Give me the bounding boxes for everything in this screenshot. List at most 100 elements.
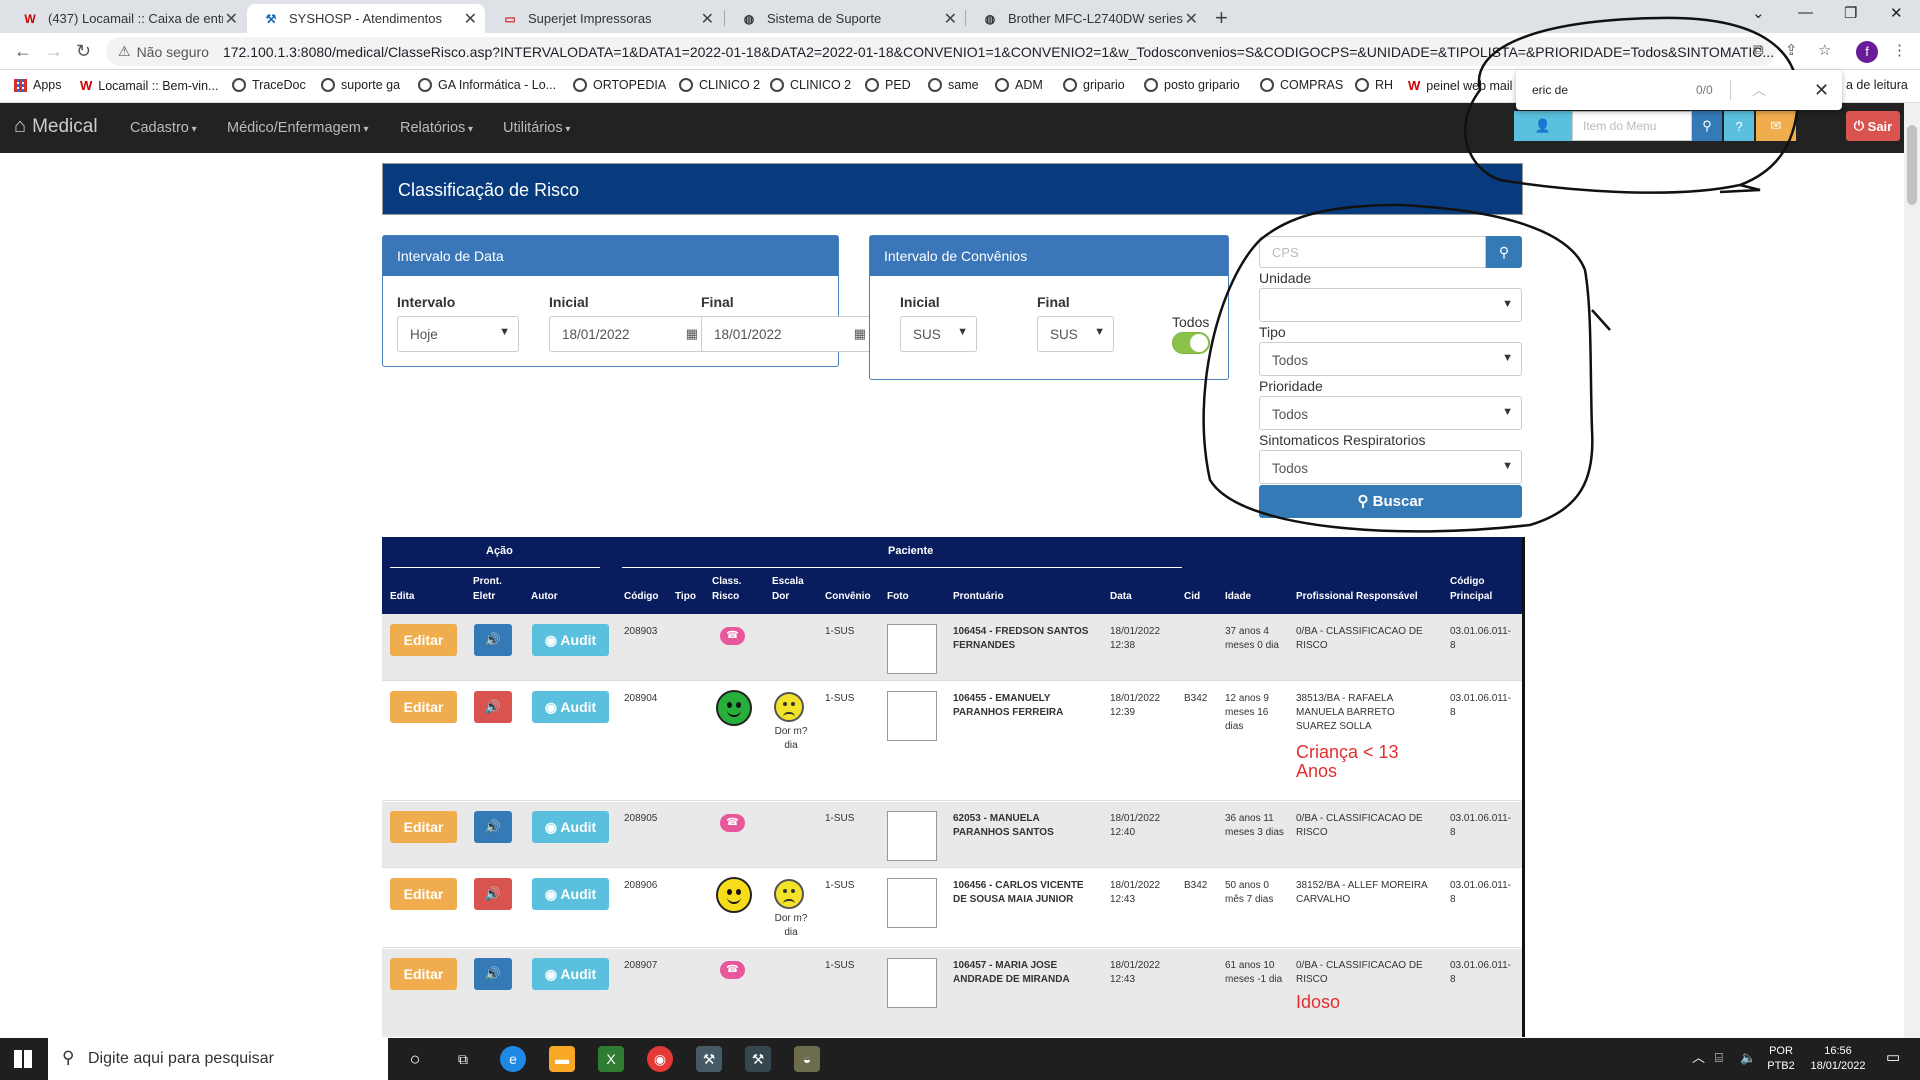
- speaker-button[interactable]: 🔊: [474, 624, 512, 656]
- cortana-icon[interactable]: ○: [402, 1046, 428, 1072]
- reload-icon[interactable]: ↻: [76, 41, 91, 62]
- cell-prontuario[interactable]: 106456 - CARLOS VICENTE DE SOUSA MAIA JU…: [953, 879, 1093, 907]
- bookmark-gripario[interactable]: gripario: [1063, 78, 1125, 92]
- notification-icon[interactable]: ▭: [1886, 1050, 1900, 1065]
- bookmark-clinico-2[interactable]: CLINICO 2: [679, 78, 760, 92]
- cps-input[interactable]: CPS: [1259, 236, 1486, 268]
- chrome-icon[interactable]: ◉: [647, 1046, 673, 1072]
- calendar-icon[interactable]: ▦: [854, 326, 866, 342]
- bookmark-clinico-2b[interactable]: CLINICO 2: [770, 78, 851, 92]
- close-icon[interactable]: ✕: [225, 9, 238, 29]
- url-field[interactable]: ⚠ Não seguro 172.100.1.3:8080/medical/Cl…: [106, 37, 1776, 66]
- prioridade-select[interactable]: Todos ▼: [1259, 396, 1522, 430]
- all-conv-toggle[interactable]: [1172, 332, 1210, 354]
- speaker-button[interactable]: 🔊: [474, 691, 512, 723]
- audit-button[interactable]: ◉ Audit: [532, 878, 609, 910]
- audit-button[interactable]: ◉ Audit: [532, 958, 609, 990]
- speaker-button[interactable]: 🔊: [474, 811, 512, 843]
- excel-icon[interactable]: X: [598, 1046, 624, 1072]
- cell-prontuario[interactable]: 106455 - EMANUELY PARANHOS FERREIRA: [953, 692, 1093, 720]
- close-icon[interactable]: ✕: [944, 9, 957, 29]
- start-date-input[interactable]: 18/01/2022 ▦: [549, 316, 705, 352]
- speaker-button[interactable]: 🔊: [474, 878, 512, 910]
- cps-search-button[interactable]: ⚲: [1486, 236, 1522, 268]
- menu-cadastro[interactable]: Cadastro: [130, 120, 197, 136]
- tab-syshosp[interactable]: ⚒ SYSHOSP - Atendimentos ✕: [247, 4, 485, 33]
- audit-button[interactable]: ◉ Audit: [532, 691, 609, 723]
- chevron-up-icon[interactable]: ︿: [1692, 1050, 1705, 1065]
- cell-prontuario[interactable]: 106454 - FREDSON SANTOS FERNANDES: [953, 625, 1093, 653]
- help-button[interactable]: ?: [1724, 111, 1754, 141]
- edge-icon[interactable]: e: [500, 1046, 526, 1072]
- audit-button[interactable]: ◉ Audit: [532, 811, 609, 843]
- bookmark-posto-gripario[interactable]: posto gripario: [1144, 78, 1240, 92]
- close-icon[interactable]: ✕: [464, 9, 477, 29]
- scrollbar-thumb[interactable]: [1907, 125, 1917, 205]
- chevron-down-icon[interactable]: ⌄: [1752, 4, 1765, 22]
- close-icon[interactable]: ✕: [1814, 80, 1829, 101]
- menu-utilitarios[interactable]: Utilitários: [503, 120, 570, 136]
- tipo-select[interactable]: Todos ▼: [1259, 342, 1522, 376]
- end-date-input[interactable]: 18/01/2022 ▦: [701, 316, 873, 352]
- unidade-select[interactable]: ▼: [1259, 288, 1522, 322]
- tab-brother[interactable]: ◍ Brother MFC-L2740DW series ✕: [966, 4, 1206, 33]
- brand[interactable]: ⌂ Medical: [14, 115, 98, 138]
- restore-icon[interactable]: ❐: [1844, 4, 1857, 22]
- bookmark-same[interactable]: same: [928, 78, 979, 92]
- bookmark-compras[interactable]: COMPRAS: [1260, 78, 1343, 92]
- speaker-button[interactable]: 🔊: [474, 958, 512, 990]
- chevron-up-icon[interactable]: ︿: [1752, 80, 1766, 100]
- bookmark-ped[interactable]: PED: [865, 78, 911, 92]
- risk-yellow-face-icon[interactable]: [716, 877, 752, 913]
- cell-prontuario[interactable]: 106457 - MARIA JOSE ANDRADE DE MIRANDA: [953, 959, 1093, 987]
- kebab-menu-icon[interactable]: ⋮: [1892, 41, 1907, 59]
- new-tab-icon[interactable]: +: [1215, 5, 1228, 31]
- find-input[interactable]: eric de: [1532, 83, 1568, 97]
- bookmark-locamail[interactable]: W Locamail :: Bem-vin...: [80, 78, 218, 93]
- file-explorer-icon[interactable]: ▬: [549, 1046, 575, 1072]
- menu-search-input[interactable]: Item do Menu: [1572, 111, 1692, 141]
- audit-button[interactable]: ◉ Audit: [532, 624, 609, 656]
- close-window-icon[interactable]: ✕: [1890, 4, 1903, 22]
- cell-prontuario[interactable]: 62053 - MANUELA PARANHOS SANTOS: [953, 812, 1093, 840]
- star-icon[interactable]: ☆: [1818, 41, 1831, 59]
- close-icon[interactable]: ✕: [701, 9, 714, 29]
- minimize-icon[interactable]: —: [1798, 4, 1813, 21]
- language-indicator[interactable]: POR PTB2: [1766, 1044, 1796, 1074]
- user-button[interactable]: 👤: [1514, 111, 1572, 141]
- phone-icon[interactable]: ☎: [720, 627, 745, 645]
- bookmark-rh[interactable]: RH: [1355, 78, 1393, 92]
- close-icon[interactable]: ✕: [1185, 9, 1198, 29]
- risk-green-face-icon[interactable]: [716, 690, 752, 726]
- forward-icon[interactable]: →: [45, 41, 63, 62]
- taskbar-search-input[interactable]: ⚲ Digite aqui para pesquisar: [48, 1038, 388, 1080]
- edit-button[interactable]: Editar: [390, 958, 457, 990]
- calendar-icon[interactable]: ▦: [686, 326, 698, 342]
- bookmark-apps[interactable]: Apps: [14, 78, 62, 92]
- bookmark-reading-list[interactable]: a de leitura: [1846, 78, 1908, 92]
- find-icon[interactable]: ⧉: [1753, 41, 1764, 58]
- profile-avatar[interactable]: f: [1856, 41, 1878, 63]
- logout-button[interactable]: ⏻ Sair: [1846, 111, 1900, 141]
- edit-button[interactable]: Editar: [390, 811, 457, 843]
- page-scrollbar[interactable]: [1904, 103, 1920, 1038]
- bookmark-ortopedia[interactable]: ORTOPEDIA: [573, 78, 666, 92]
- task-view-icon[interactable]: ⧉: [450, 1046, 476, 1072]
- tab-locamail[interactable]: W (437) Locamail :: Caixa de entrada ✕: [6, 4, 246, 33]
- tab-superjet[interactable]: ▭ Superjet Impressoras ✕: [486, 4, 722, 33]
- phone-icon[interactable]: ☎: [720, 814, 745, 832]
- menu-relatorios[interactable]: Relatórios: [400, 120, 473, 136]
- buscar-button[interactable]: ⚲ Buscar: [1259, 485, 1522, 518]
- bookmark-adm[interactable]: ADM: [995, 78, 1043, 92]
- bookmark-tracedoc[interactable]: TraceDoc: [232, 78, 306, 92]
- sintomaticos-select[interactable]: Todos ▼: [1259, 450, 1522, 484]
- edit-button[interactable]: Editar: [390, 624, 457, 656]
- menu-search-button[interactable]: ⚲: [1692, 111, 1722, 141]
- phone-icon[interactable]: ☎: [720, 961, 745, 979]
- clock[interactable]: 16:56 18/01/2022: [1802, 1044, 1874, 1074]
- edit-button[interactable]: Editar: [390, 878, 457, 910]
- mail-button[interactable]: ✉: [1756, 111, 1796, 141]
- interval-select[interactable]: Hoje ▼: [397, 316, 519, 352]
- bookmark-peinel-web-mail[interactable]: Wpeinel web mail: [1408, 78, 1512, 93]
- back-icon[interactable]: ←: [14, 41, 32, 62]
